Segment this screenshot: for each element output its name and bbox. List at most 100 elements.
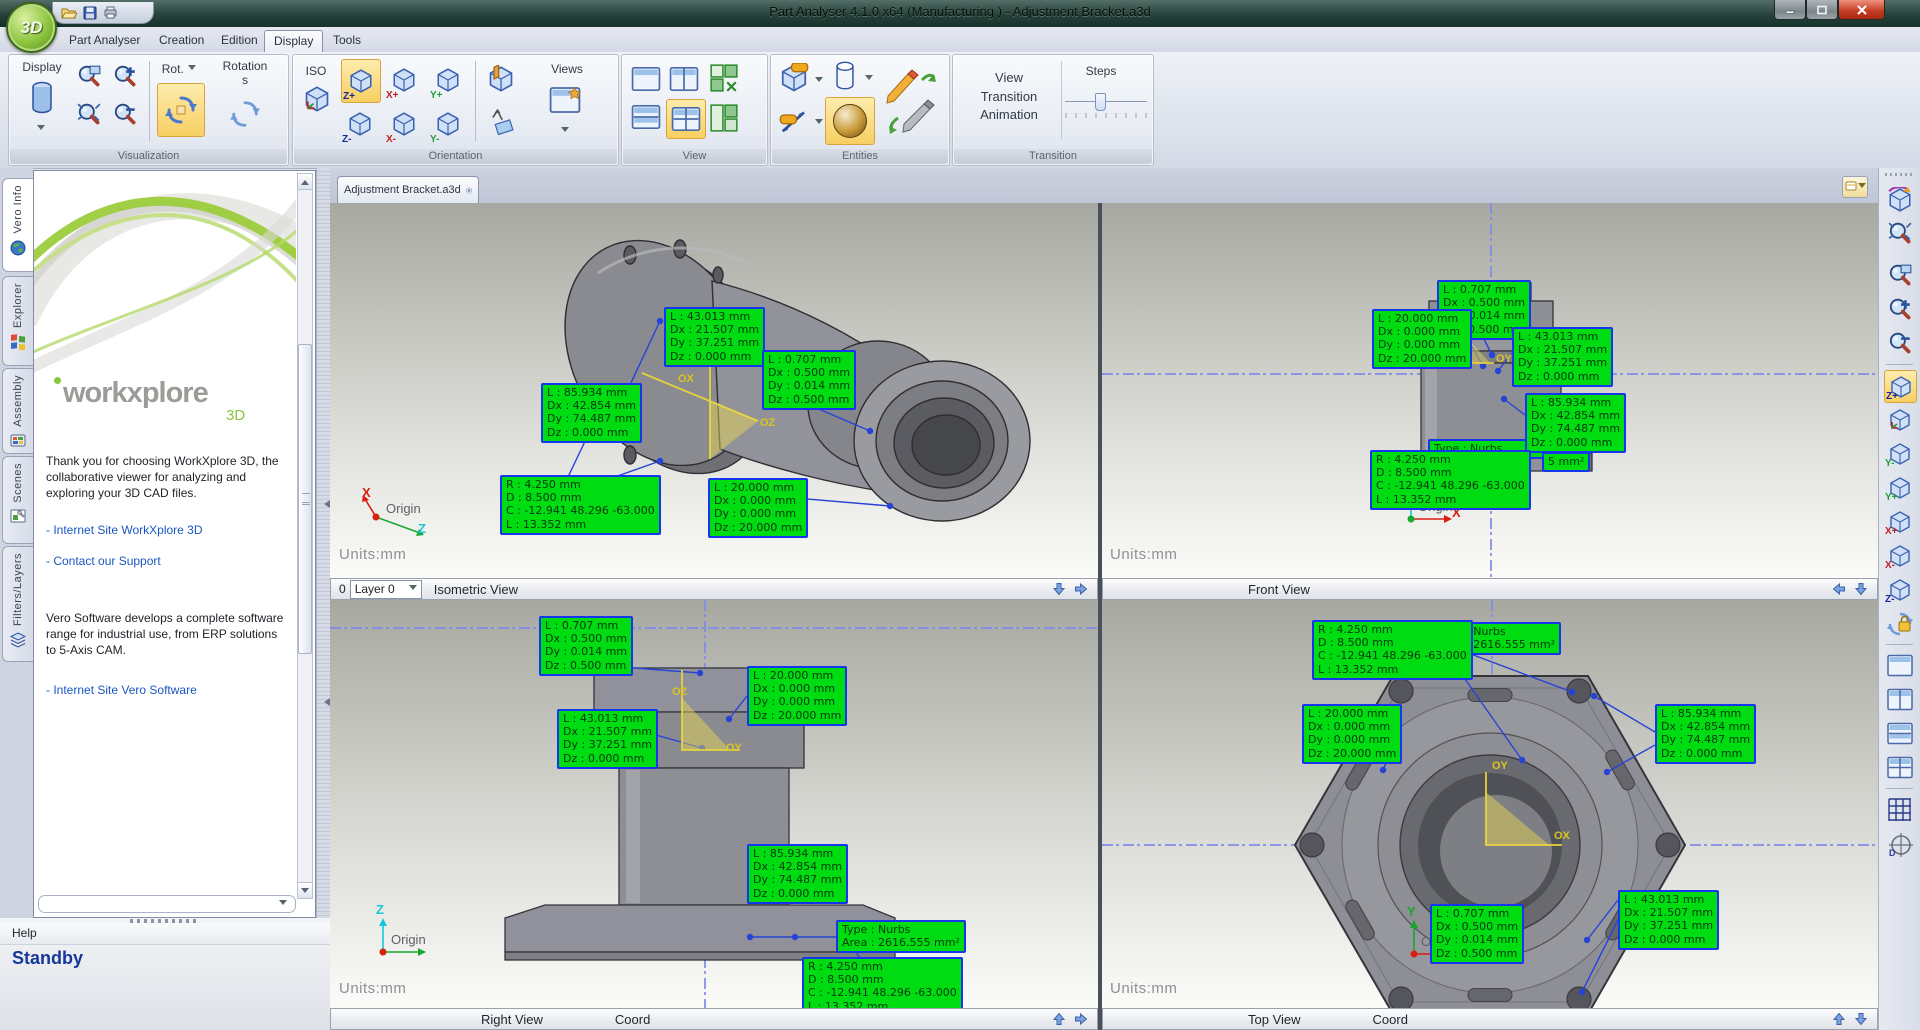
measurement-label[interactable]: R : 4.250 mm D : 8.500 mm C : -12.941 48… <box>1312 620 1473 680</box>
sidebar-tab-explorer[interactable]: Explorer <box>2 276 33 366</box>
display-button[interactable]: Display <box>15 59 69 75</box>
measurement-label[interactable]: L : 85.934 mm Dx : 42.854 mm Dy : 74.487… <box>747 844 848 904</box>
zoom-in-icon[interactable] <box>109 61 141 93</box>
menu-tab-tools[interactable]: Tools <box>324 30 370 51</box>
rotation-button-active[interactable] <box>157 83 205 137</box>
datum-point-icon[interactable]: D <box>1884 830 1915 861</box>
zoom-out-icon[interactable] <box>1884 328 1915 359</box>
measurement-label[interactable]: L : 20.000 mm Dx : 0.000 mm Dy : 0.000 m… <box>708 478 808 538</box>
view-x-plus-button[interactable]: X+ <box>1884 506 1915 537</box>
four-views-button-active[interactable] <box>666 99 706 139</box>
view-right-arrow[interactable] <box>1073 581 1089 597</box>
measurement-label[interactable]: 5 mm² <box>1542 452 1590 472</box>
iso-view-button[interactable] <box>299 81 335 117</box>
scroll-up-button[interactable] <box>298 174 312 190</box>
cylinder-entity-button[interactable] <box>829 59 861 93</box>
help-bar[interactable]: Help <box>0 923 330 945</box>
grid-icon[interactable] <box>1884 794 1915 825</box>
compare-views-green-button[interactable] <box>706 101 742 135</box>
view-up-arrow[interactable] <box>1831 1011 1847 1027</box>
view-down-arrow[interactable] <box>1853 1011 1869 1027</box>
rotations-icon[interactable] <box>223 93 267 135</box>
zoom-window-icon[interactable] <box>73 61 105 93</box>
measurement-label[interactable]: : Nurbs : 2616.555 mm² <box>1460 622 1561 655</box>
measurement-label[interactable]: L : 85.934 mm Dx : 42.854 mm Dy : 74.487… <box>1525 393 1626 453</box>
view-y-minus-button[interactable]: Y- <box>1884 438 1915 469</box>
sidebar-tab-assembly[interactable]: Assembly <box>2 368 33 454</box>
sidebar-scrollbar[interactable] <box>297 173 313 899</box>
maximize-button[interactable] <box>1806 0 1838 20</box>
view-x-minus-button[interactable]: X- <box>385 103 423 145</box>
measurement-label[interactable]: L : 20.000 mm Dx : 0.000 mm Dy : 0.000 m… <box>747 666 847 726</box>
measurement-label[interactable]: L : 43.013 mm Dx : 21.507 mm Dy : 37.251… <box>1618 890 1719 950</box>
menu-tab-display[interactable]: Display <box>264 30 323 52</box>
iso-view-button[interactable] <box>1884 404 1915 435</box>
scroll-down-button[interactable] <box>298 882 312 898</box>
app-3d-logo[interactable]: 3D <box>6 2 57 53</box>
link-internet-site-workxplore[interactable]: - Internet Site WorkXplore 3D <box>46 523 203 537</box>
sidebar-tab-vero-info[interactable]: Vero Info <box>2 178 33 272</box>
cylinder-entity-caret[interactable] <box>865 71 873 89</box>
display-cylinder-icon[interactable] <box>25 79 59 117</box>
measurement-label[interactable]: L : 43.013 mm Dx : 21.507 mm Dy : 37.251… <box>557 709 658 769</box>
menu-tab-creation[interactable]: Creation <box>150 30 213 51</box>
view-up-arrow[interactable] <box>1051 1011 1067 1027</box>
viewport-isometric[interactable]: OX OZ L : 43.013 mm Dx : 21.507 mm Dy : … <box>330 203 1098 578</box>
view-y-minus-button[interactable]: Y- <box>429 103 467 145</box>
view-z-minus-button[interactable]: Z- <box>1884 574 1915 605</box>
close-button[interactable] <box>1838 0 1885 20</box>
observe-measure-button[interactable] <box>777 103 811 137</box>
edit-entities-button[interactable] <box>879 59 941 143</box>
layer-dropdown[interactable]: Layer 0 <box>350 580 422 599</box>
views-dropdown-caret[interactable] <box>561 123 569 141</box>
sidebar-splitter[interactable] <box>316 168 330 930</box>
four-views-button[interactable] <box>1884 752 1915 783</box>
zoom-fit-icon[interactable] <box>73 99 105 131</box>
link-internet-site-vero[interactable]: - Internet Site Vero Software <box>46 683 197 697</box>
view-transition-icon[interactable] <box>1884 184 1915 215</box>
panel-bottom-combo[interactable] <box>38 895 296 913</box>
rot-dropdown[interactable]: Rot. <box>155 61 203 77</box>
mirror-view-icon[interactable] <box>483 61 519 97</box>
view-transition-animation-button[interactable]: View Transition Animation <box>957 65 1061 129</box>
lock-rotation-icon[interactable] <box>1884 608 1915 639</box>
multi-view-green-button[interactable] <box>706 61 742 95</box>
measurement-label[interactable]: L : 20.000 mm Dx : 0.000 mm Dy : 0.000 m… <box>1302 704 1402 764</box>
view-from-point-icon[interactable] <box>483 103 519 139</box>
measurement-label[interactable]: L : 0.707 mm Dx : 0.500 mm Dy : 0.014 mm… <box>1430 904 1524 964</box>
observe-measure-caret[interactable] <box>815 115 823 133</box>
sphere-entity-button-active[interactable] <box>825 97 875 145</box>
measurement-label[interactable]: L : 85.934 mm Dx : 42.854 mm Dy : 74.487… <box>1655 704 1756 764</box>
measurement-label[interactable]: R : 4.250 mm D : 8.500 mm C : -12.941 48… <box>500 475 661 535</box>
view-down-arrow[interactable] <box>1051 581 1067 597</box>
title-bar[interactable]: Part Analyser 4.1.0 x64 (Manufacturing )… <box>0 0 1920 28</box>
two-horizontal-views-button[interactable] <box>1884 718 1915 749</box>
zoom-fit-icon[interactable] <box>1884 218 1915 249</box>
measurement-label[interactable]: Type : Nurbs Area : 2616.555 mm² <box>836 920 966 953</box>
observe-solid-button[interactable] <box>777 61 811 95</box>
view-right-arrow[interactable] <box>1073 1011 1089 1027</box>
viewport-front[interactable]: OZ OY L : 0.707 mm Dx : 0.500 mm Dy : 0.… <box>1102 203 1878 578</box>
tab-close-icon[interactable] <box>466 184 472 197</box>
views-button[interactable] <box>545 81 585 119</box>
view-x-minus-button[interactable]: X- <box>1884 540 1915 571</box>
rotations-button-label[interactable]: Rotation s <box>207 57 283 89</box>
two-horizontal-views-button[interactable] <box>628 101 664 133</box>
splitter-collapse-icon[interactable] <box>320 698 330 706</box>
measurement-label[interactable]: L : 85.934 mm Dx : 42.854 mm Dy : 74.487… <box>541 383 642 443</box>
single-view-button[interactable] <box>1884 650 1915 681</box>
zoom-out-icon[interactable] <box>109 99 141 131</box>
splitter-collapse-icon[interactable] <box>320 500 330 508</box>
viewport-right[interactable]: OZ OY L : 0.707 mm Dx : 0.500 mm Dy : 0.… <box>330 600 1098 1008</box>
two-vertical-views-button[interactable] <box>666 63 702 95</box>
document-tab[interactable]: Adjustment Bracket.a3d <box>337 176 479 203</box>
measurement-label[interactable]: L : 0.707 mm Dx : 0.500 mm Dy : 0.014 mm… <box>762 350 856 410</box>
view-z-plus-button-active[interactable]: Z+ <box>1884 370 1917 403</box>
observe-solid-caret[interactable] <box>815 73 823 91</box>
view-z-plus-button[interactable]: Z+ <box>341 59 381 103</box>
view-down-arrow[interactable] <box>1853 581 1869 597</box>
view-z-minus-button[interactable]: Z- <box>341 103 379 145</box>
viewport-top[interactable]: OY OX : Nurbs : 2616.555 mm² R : 4.250 m… <box>1102 600 1878 1008</box>
measurement-label[interactable]: R : 4.250 mm D : 8.500 mm C : -12.941 48… <box>1370 450 1531 510</box>
link-contact-support[interactable]: - Contact our Support <box>46 554 161 568</box>
